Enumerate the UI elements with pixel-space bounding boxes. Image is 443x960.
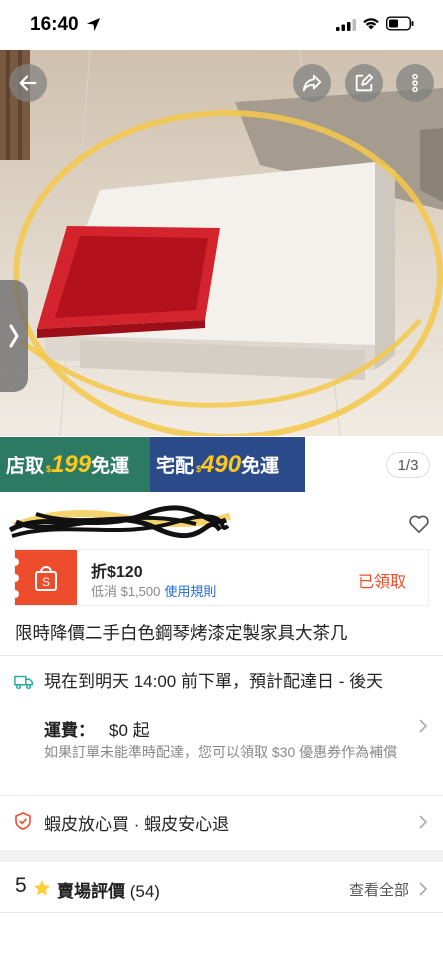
voucher-notch [11, 574, 19, 582]
voucher-badge: S [15, 550, 77, 605]
voucher-min-spend: 低消 $1,500 [91, 584, 161, 599]
delivery-guarantee-note: 如果訂單未能準時配達，您可以領取 $30 優惠券作為補償 [44, 744, 398, 760]
truck-icon [14, 675, 33, 690]
image-page-indicator: 1/3 [386, 452, 430, 478]
chevron-right-icon[interactable] [418, 882, 428, 896]
share-icon [302, 74, 322, 92]
voucher-claimed-status[interactable]: 已領取 [358, 568, 406, 592]
more-button[interactable] [396, 64, 434, 102]
pickup-free-label: 免運 [91, 456, 130, 477]
wifi-icon [363, 18, 379, 30]
shopee-guarantee[interactable]: 蝦皮放心買 · 蝦皮安心退 [44, 810, 229, 835]
back-button[interactable] [9, 64, 47, 102]
share-button[interactable] [293, 64, 331, 102]
status-bar: 16:40 [0, 0, 443, 50]
voucher-notch [11, 590, 19, 598]
edit-icon [355, 73, 374, 92]
heart-icon[interactable] [408, 514, 430, 534]
svg-text:S: S [42, 575, 50, 589]
section-separator [0, 850, 443, 862]
delivery-free-label: 免運 [241, 456, 280, 477]
product-title: 限時降價二手白色鋼琴烤漆定製家具大茶几 [15, 623, 348, 643]
delivery-label: 宅配 [156, 456, 195, 477]
edit-button[interactable] [345, 64, 383, 102]
coffee-table-photo [0, 50, 443, 436]
divider [0, 795, 443, 796]
shipping-fee: 運費： $0 起 [44, 716, 150, 741]
delivery-amount: 490 [201, 450, 242, 478]
back-arrow-icon [19, 75, 37, 91]
location-arrow-icon [86, 17, 101, 32]
rating-label: 賣場評價 [57, 882, 125, 901]
shipping-fee-value: $0 起 [109, 721, 150, 740]
rating-count: (54) [129, 882, 160, 901]
pickup-promo-banner: 店取 $ 199 免運 [0, 437, 150, 492]
more-vertical-icon [412, 73, 418, 93]
rating-score: 5 [15, 874, 27, 897]
next-image-handle[interactable] [0, 280, 28, 392]
chevron-right-icon[interactable] [418, 815, 428, 829]
voucher-rules-link[interactable]: 使用規則 [164, 584, 216, 599]
pickup-amount: 199 [51, 450, 92, 478]
status-time: 16:40 [30, 14, 79, 35]
signal-icon [336, 19, 356, 31]
shield-icon [15, 812, 31, 830]
shipping-fee-label: 運費： [44, 721, 95, 740]
view-all-link[interactable]: 查看全部 [349, 879, 409, 900]
product-image[interactable] [0, 50, 443, 436]
delivery-estimate: 現在到明天 14:00 前下單，預計配達日 - 後天 [44, 672, 384, 691]
voucher-conditions: 低消 $1,500 使用規則 [91, 581, 216, 600]
delivery-promo-banner: 宅配 $ 490 免運 [150, 437, 305, 492]
shop-rating: 賣場評價 (54) [57, 877, 160, 902]
divider [0, 655, 443, 656]
voucher-discount: 折$120 [91, 564, 143, 581]
chevron-right-icon [9, 324, 19, 348]
divider [0, 912, 443, 913]
redacted-scribble [8, 505, 232, 539]
pickup-label: 店取 [6, 456, 45, 477]
voucher-notch [11, 558, 19, 566]
voucher-card[interactable]: S 折$120 低消 $1,500 使用規則 已領取 [11, 549, 429, 606]
battery-icon [386, 16, 414, 31]
chevron-right-icon[interactable] [418, 719, 428, 733]
shopee-bag-icon: S [35, 565, 57, 591]
star-icon [33, 879, 51, 896]
